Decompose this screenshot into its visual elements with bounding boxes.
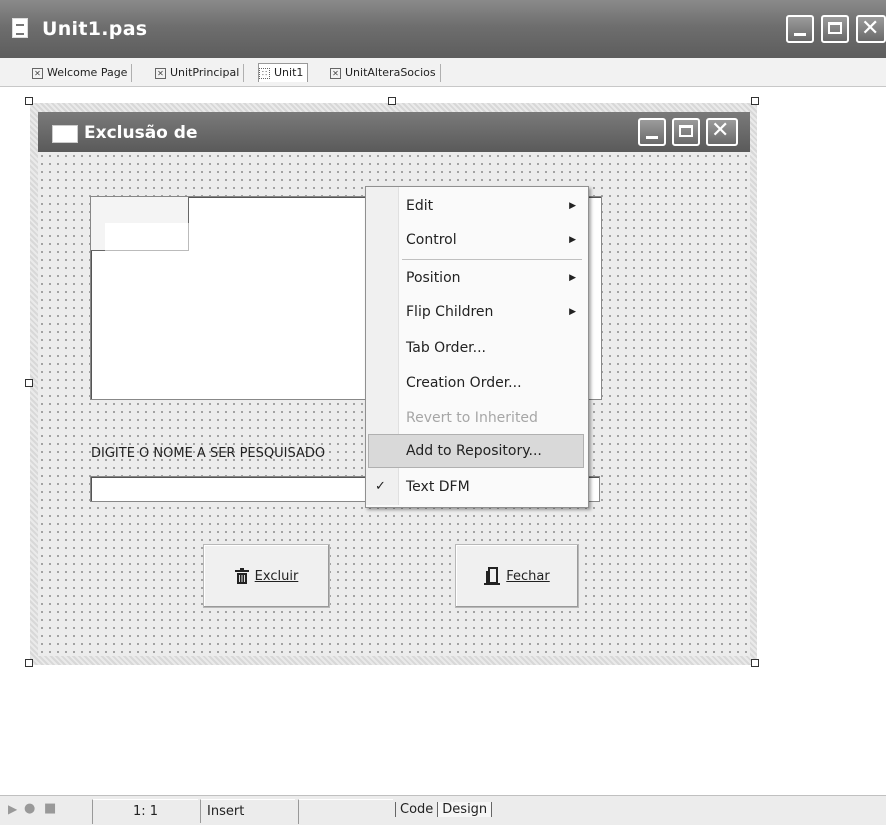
- tab-code[interactable]: Code: [395, 802, 438, 817]
- grid-indicator-cell: [91, 223, 106, 251]
- grid-data-cell[interactable]: [105, 223, 189, 251]
- tab-label: Unit1: [274, 66, 304, 79]
- trash-icon: [234, 568, 249, 584]
- menu-item-creation-order[interactable]: Creation Order...: [366, 366, 586, 400]
- maximize-icon: [828, 22, 842, 34]
- door-exit-icon: [484, 567, 501, 585]
- menu-item-control[interactable]: Control ▶: [366, 223, 586, 257]
- fechar-label: Fechar: [506, 568, 550, 584]
- menu-item-tab-order[interactable]: Tab Order...: [366, 331, 586, 365]
- submenu-arrow-icon: ▶: [569, 273, 576, 283]
- minimize-button[interactable]: [786, 15, 814, 43]
- form-titlebar[interactable]: Exclusão de ✕: [38, 112, 750, 152]
- editor-tab-bar: ✕ Welcome Page ✕ UnitPrincipal ∷ Unit1 ✕…: [0, 58, 886, 87]
- tab-unitprincipal[interactable]: ✕ UnitPrincipal: [155, 64, 245, 82]
- close-tab-icon[interactable]: ✕: [32, 67, 43, 79]
- record-icon[interactable]: ●: [24, 801, 35, 816]
- window-titlebar[interactable]: Unit1.pas ✕: [0, 0, 886, 58]
- fechar-button[interactable]: Fechar: [455, 544, 579, 608]
- menu-separator: [402, 259, 582, 260]
- context-menu: Edit ▶ Control ▶ Position ▶ Flip Childre…: [365, 186, 589, 508]
- close-icon: ✕: [861, 16, 880, 41]
- resize-handle[interactable]: [388, 97, 396, 105]
- resize-handle[interactable]: [751, 659, 759, 667]
- tab-unitalterasocios[interactable]: ✕ UnitAlteraSocios: [330, 64, 441, 82]
- resize-handle[interactable]: [25, 379, 33, 387]
- menu-item-edit[interactable]: Edit ▶: [366, 189, 586, 223]
- search-label: DIGITE O NOME A SER PESQUISADO: [91, 446, 326, 461]
- maximize-button[interactable]: [821, 15, 849, 43]
- document-icon: [12, 18, 28, 38]
- tab-label: UnitAlteraSocios: [345, 66, 436, 79]
- menu-item-text-dfm[interactable]: ✓ Text DFM: [366, 470, 586, 504]
- close-tab-icon[interactable]: ✕: [330, 67, 341, 79]
- status-panel: [298, 799, 393, 824]
- stop-icon[interactable]: ■: [44, 801, 56, 816]
- menu-item-add-to-repository[interactable]: Add to Repository...: [368, 434, 584, 468]
- form-maximize-button[interactable]: [672, 118, 700, 146]
- status-bar: ▶ ● ■ 1: 1 Insert Code Design: [0, 795, 886, 825]
- form-close-button[interactable]: ✕: [706, 118, 738, 146]
- menu-item-revert-to-inherited: Revert to Inherited: [406, 410, 538, 426]
- menu-item-position[interactable]: Position ▶: [366, 261, 586, 295]
- checkmark-icon: ✓: [375, 479, 386, 494]
- view-tabs: Code Design: [395, 796, 493, 824]
- tab-unit1[interactable]: ∷ Unit1: [258, 63, 309, 82]
- form-title: Exclusão de: [84, 123, 198, 143]
- grid-header-cell: [105, 197, 189, 224]
- resize-handle[interactable]: [751, 97, 759, 105]
- tab-label: UnitPrincipal: [170, 66, 240, 79]
- resize-handle[interactable]: [25, 659, 33, 667]
- close-icon: ✕: [711, 118, 730, 143]
- grid-fixed-cell: [91, 197, 106, 224]
- submenu-arrow-icon: ▶: [569, 307, 576, 317]
- tab-design[interactable]: Design: [437, 802, 493, 817]
- cursor-position: 1: 1: [92, 799, 198, 824]
- menu-item-flip-children[interactable]: Flip Children ▶: [366, 295, 586, 329]
- tab-label: Welcome Page: [47, 66, 128, 79]
- submenu-arrow-icon: ▶: [569, 201, 576, 211]
- form-tab-icon: ∷: [259, 67, 270, 79]
- close-button[interactable]: ✕: [856, 15, 886, 43]
- form-icon: [52, 125, 78, 143]
- tab-welcome-page[interactable]: ✕ Welcome Page: [32, 64, 133, 82]
- excluir-button[interactable]: Excluir: [203, 544, 330, 608]
- play-icon[interactable]: ▶: [8, 802, 17, 816]
- submenu-arrow-icon: ▶: [569, 235, 576, 245]
- minimize-icon: [646, 136, 658, 139]
- close-tab-icon[interactable]: ✕: [155, 67, 166, 79]
- resize-handle[interactable]: [25, 97, 33, 105]
- edit-mode: Insert: [200, 799, 295, 823]
- excluir-label: Excluir: [254, 568, 299, 584]
- minimize-icon: [794, 33, 806, 36]
- maximize-icon: [679, 125, 693, 137]
- form-minimize-button[interactable]: [638, 118, 666, 146]
- window-title: Unit1.pas: [42, 18, 148, 40]
